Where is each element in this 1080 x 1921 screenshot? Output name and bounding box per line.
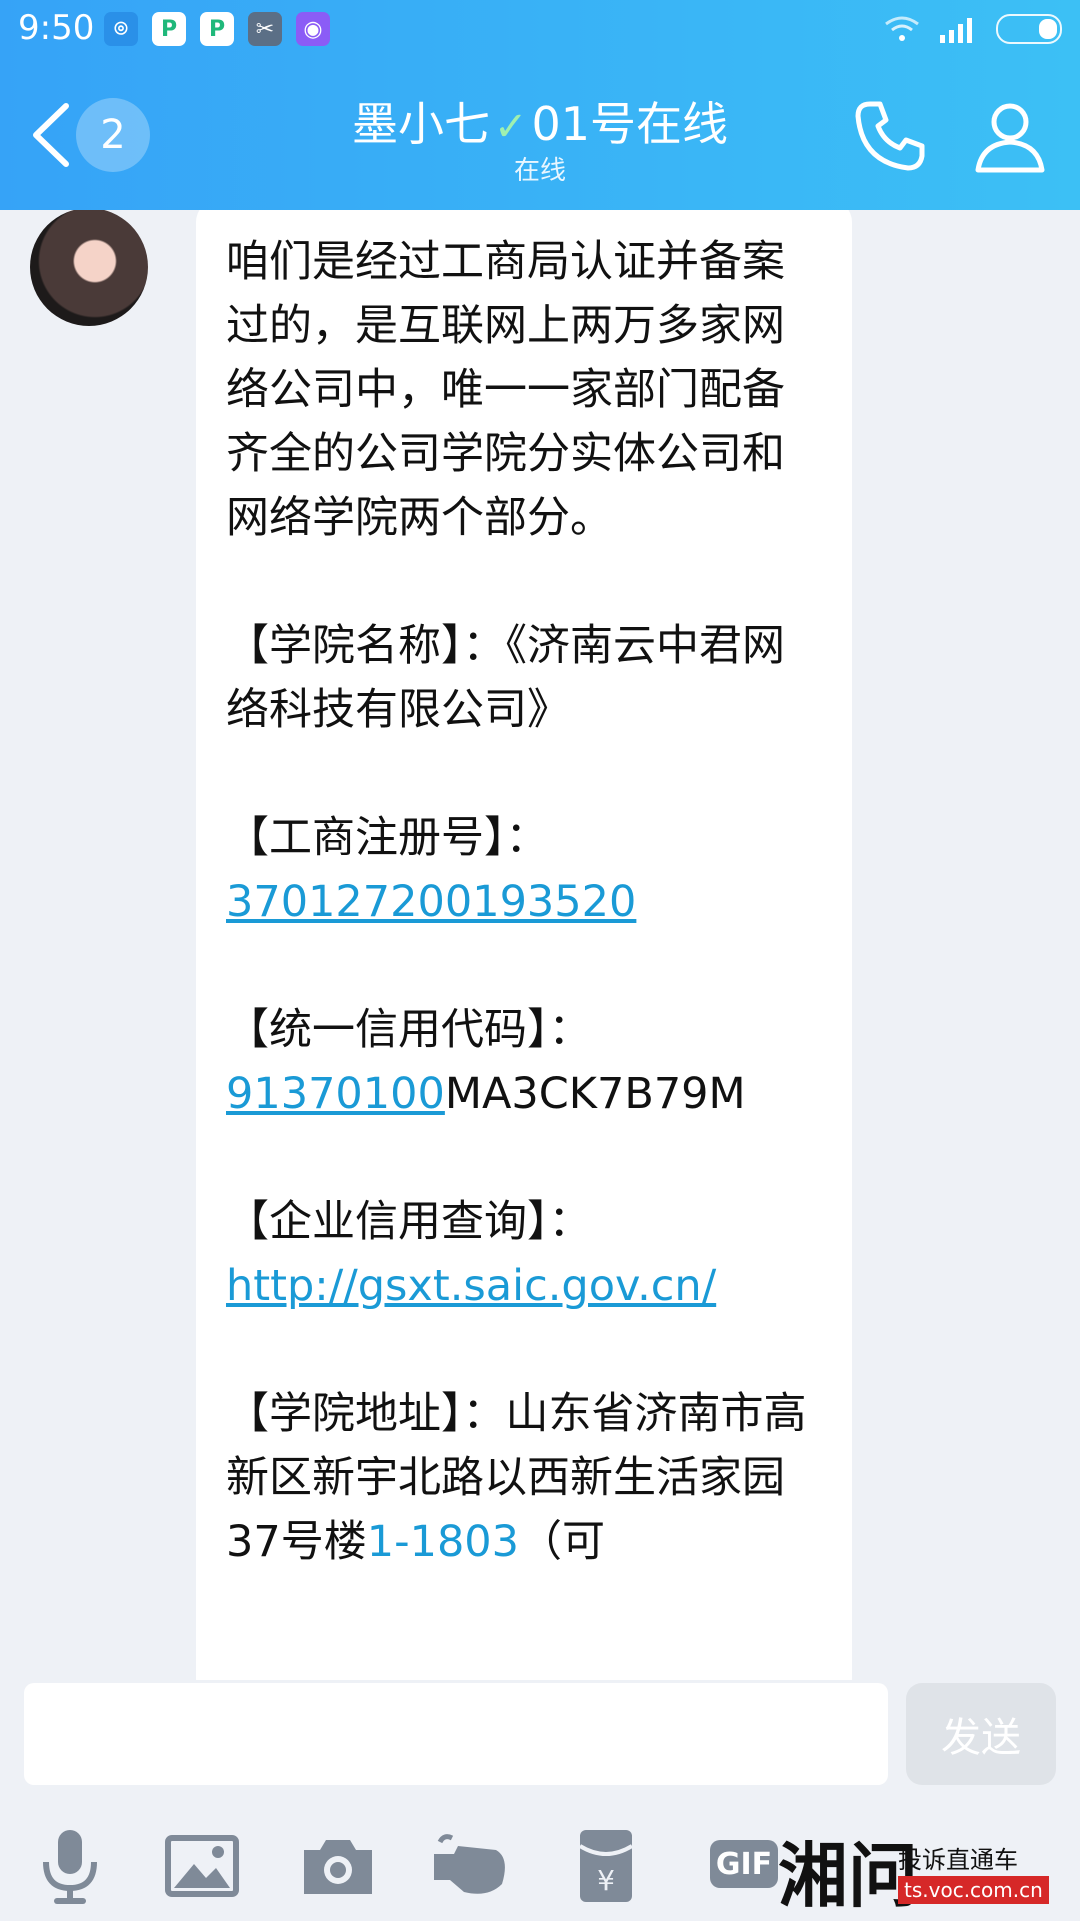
verified-check-icon: ✓: [493, 104, 528, 150]
registration-number-link[interactable]: 370127200193520: [226, 877, 636, 927]
p-app-notification-icon: P: [152, 12, 186, 46]
watermark-url: ts.voc.com.cn: [898, 1876, 1049, 1904]
send-button[interactable]: 发送: [906, 1683, 1056, 1785]
status-bar: 9:50 ⌾ P P ✂ ◉: [0, 0, 1080, 60]
phone-call-icon[interactable]: [850, 96, 930, 176]
contact-name-suffix: 01号在线: [531, 97, 729, 151]
wifi-hotspot-notification-icon: ⌾: [104, 12, 138, 46]
credit-code-link[interactable]: 91370100: [226, 1069, 445, 1119]
registration-label: 【工商注册号】：: [226, 813, 549, 863]
status-time: 9:50: [18, 8, 95, 48]
message-input[interactable]: [24, 1683, 888, 1785]
wifi-icon: [885, 16, 919, 41]
contact-profile-icon[interactable]: [970, 96, 1050, 176]
input-toolbar: ¥ GIF 湘问 投诉直通车 ts.voc.com.cn: [0, 1800, 1080, 1920]
message-paragraph: 【学院名称】：《济南云中君网络科技有限公司》: [226, 621, 785, 735]
battery-icon: [996, 14, 1062, 44]
watermark-slogan: 投诉直通车: [898, 1846, 1018, 1874]
query-label: 【企业信用查询】：: [226, 1197, 592, 1247]
gif-button[interactable]: GIF: [710, 1840, 778, 1888]
message-input-bar: 发送: [0, 1680, 1080, 1788]
credit-code-rest: MA3CK7B79M: [444, 1069, 746, 1119]
watermark-brand: 湘问: [778, 1835, 918, 1917]
message-text: 咱们是经过工商局认证并备案过的，是互联网上两万多家网络公司中，唯一一家部门配备齐…: [226, 230, 826, 1574]
microphone-icon[interactable]: [28, 1824, 112, 1908]
watermark-logo: 湘问 投诉直通车 ts.voc.com.cn: [778, 1820, 1068, 1917]
circle-app-notification-icon: ◉: [296, 12, 330, 46]
address-label: 【学院地址】：: [226, 1389, 506, 1439]
credit-code-label: 【统一信用代码】：: [226, 1005, 592, 1055]
query-url-link[interactable]: http://gsxt.saic.gov.cn/: [226, 1261, 716, 1311]
message-bubble[interactable]: 咱们是经过工商局认证并备案过的，是互联网上两万多家网络公司中，唯一一家部门配备齐…: [196, 210, 852, 1680]
address-room-link[interactable]: 1-1803: [367, 1517, 519, 1567]
red-packet-icon[interactable]: ¥: [564, 1824, 648, 1908]
address-tail: （可: [519, 1517, 606, 1567]
chat-header: 9:50 ⌾ P P ✂ ◉ 2 墨小七 ✓01号在线 在线: [0, 0, 1080, 210]
image-icon[interactable]: [160, 1824, 244, 1908]
chat-messages[interactable]: 咱们是经过工商局认证并备案过的，是互联网上两万多家网络公司中，唯一一家部门配备齐…: [0, 210, 1080, 1680]
svg-text:¥: ¥: [597, 1864, 615, 1897]
p-app-notification-icon: P: [200, 12, 234, 46]
signal-icon: [940, 18, 972, 43]
sender-avatar[interactable]: [30, 210, 148, 326]
scissors-notification-icon: ✂: [248, 12, 282, 46]
camera-icon[interactable]: [296, 1824, 380, 1908]
contact-name: 墨小七: [351, 97, 490, 151]
poke-hand-icon[interactable]: [430, 1824, 514, 1908]
message-paragraph: 咱们是经过工商局认证并备案过的，是互联网上两万多家网络公司中，唯一一家部门配备齐…: [226, 237, 785, 543]
